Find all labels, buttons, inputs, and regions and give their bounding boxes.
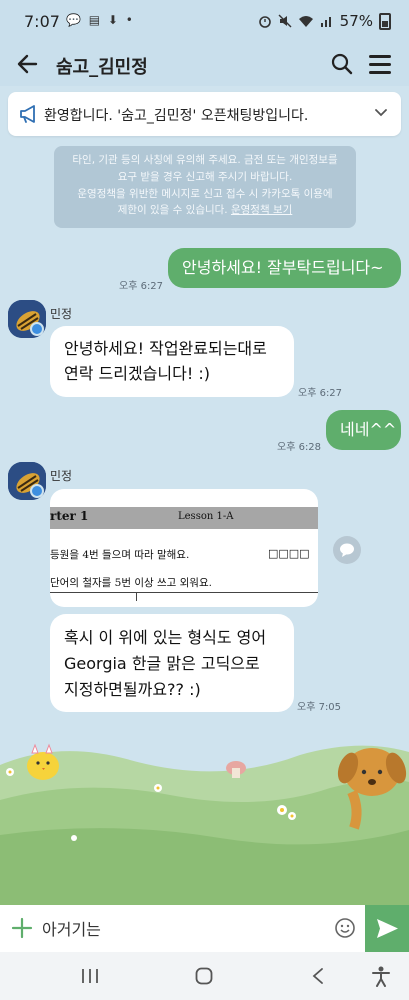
system-line: 요구 받을 경우 신고해 주시기 바랍니다. <box>117 170 293 183</box>
system-navigation-bar <box>0 952 409 1000</box>
send-button[interactable] <box>365 905 409 952</box>
message-time: 오후 6:27 <box>298 388 343 399</box>
message-text: 네네^^ <box>340 420 397 439</box>
sender-name: 민정 <box>50 307 73 321</box>
megaphone-icon <box>18 103 40 125</box>
message-text: 안녕하세요! 잘부탁드립니다~ <box>182 258 384 277</box>
message-time: 오후 6:28 <box>277 442 322 453</box>
system-warning-message: 타인, 기관 등의 사칭에 유의해 주세요. 금전 또는 개인정보를 요구 받을… <box>54 146 356 228</box>
outgoing-message-bubble[interactable]: 네네^^ <box>326 410 401 450</box>
message-input[interactable] <box>42 913 322 943</box>
share-icon[interactable] <box>333 536 361 564</box>
background-scenery <box>0 660 409 905</box>
image-rule <box>50 592 318 593</box>
sender-name: 민정 <box>50 469 73 483</box>
wifi-icon <box>298 16 313 27</box>
battery-icon <box>379 12 391 30</box>
image-checkboxes: □□□□ <box>268 547 310 560</box>
notice-banner[interactable]: 환영합니다. '숨고_김민정' 오픈채팅방입니다. <box>8 92 401 136</box>
status-bar: 7:07 💬 ▤ ⬇ • 57% <box>0 0 409 44</box>
home-icon[interactable] <box>195 967 213 985</box>
image-attachment[interactable]: rter 1 Lesson 1-A 등원을 4번 들으며 따라 말해요. □□□… <box>50 489 318 607</box>
image-tick <box>136 593 137 601</box>
incoming-message-bubble[interactable]: 안녕하세요! 작업완료되는대로 연락 드리겠습니다! :) <box>50 326 294 397</box>
message-text: 안녕하세요! 작업완료되는대로 <box>64 339 267 358</box>
recent-apps-icon[interactable] <box>80 968 100 984</box>
message-text: 연락 드리겠습니다! :) <box>64 364 210 383</box>
nav-back-icon[interactable] <box>311 967 325 985</box>
outgoing-message-bubble[interactable]: 안녕하세요! 잘부탁드립니다~ <box>168 248 401 288</box>
menu-icon[interactable] <box>369 53 393 75</box>
image-lesson-title: Lesson 1-A <box>178 511 234 522</box>
message-input-bar <box>0 905 409 952</box>
signal-icon <box>320 17 331 27</box>
emoji-icon[interactable] <box>334 917 356 939</box>
chat-title: 숨고_김민정 <box>56 57 148 78</box>
image-instruction-2: 단어의 철자를 5번 이상 쓰고 외워요. <box>50 577 212 589</box>
system-line: 타인, 기관 등의 사칭에 유의해 주세요. 금전 또는 개인정보를 <box>72 154 338 166</box>
notification-icons: 💬 ▤ ⬇ • <box>66 13 135 27</box>
search-icon[interactable] <box>329 51 355 77</box>
crown-badge-icon <box>30 322 44 336</box>
system-line-with-link: 제한이 있을 수 있습니다. 운영정책 보기 <box>117 204 293 217</box>
system-line: 운영정책을 위반한 메시지로 신고 접수 시 카카오톡 이용에 <box>77 187 333 200</box>
status-time: 7:07 <box>24 12 60 31</box>
message-text: 혹시 이 위에 있는 형식도 영어 <box>64 628 267 647</box>
battery-percent: 57% <box>339 12 373 30</box>
plus-icon[interactable] <box>10 916 34 940</box>
crown-badge-icon <box>30 484 44 498</box>
mute-icon <box>278 14 292 28</box>
send-icon <box>377 919 398 938</box>
image-instruction-1: 등원을 4번 들으며 따라 말해요. <box>50 549 190 561</box>
policy-link[interactable]: 운영정책 보기 <box>231 204 292 216</box>
chat-header: 숨고_김민정 <box>0 44 409 86</box>
message-time: 오후 6:27 <box>119 281 164 292</box>
alarm-icon <box>258 16 271 28</box>
status-right-group: 57% <box>258 12 391 30</box>
chevron-down-icon[interactable] <box>373 104 389 120</box>
back-arrow-icon[interactable] <box>14 50 42 78</box>
image-chapter-title: rter 1 <box>50 509 89 523</box>
accessibility-icon[interactable] <box>370 965 392 987</box>
notice-text: 환영합니다. '숨고_김민정' 오픈채팅방입니다. <box>44 108 309 124</box>
